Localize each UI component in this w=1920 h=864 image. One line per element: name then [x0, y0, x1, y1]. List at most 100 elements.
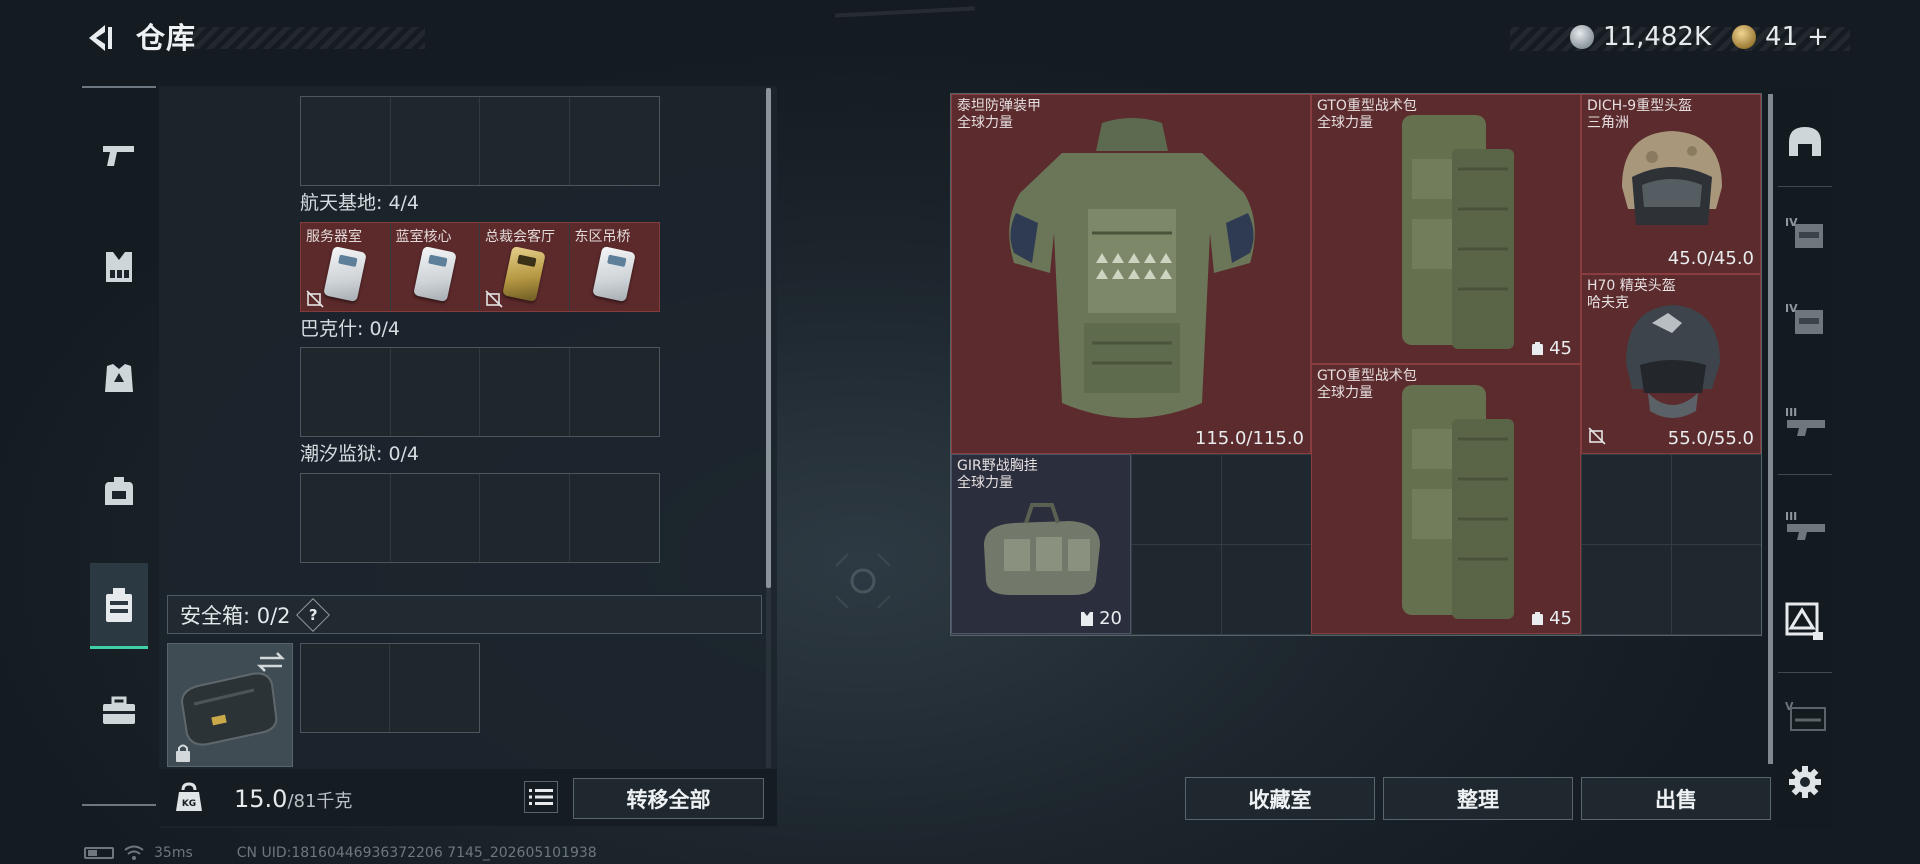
item-name: DICH-9重型头盔 三角洲: [1587, 98, 1693, 131]
empty-slot[interactable]: [570, 97, 660, 185]
weight-button[interactable]: KG: [172, 780, 206, 814]
row-label-bakhsh: 巴克什: 0/4: [300, 318, 401, 340]
keycard-name: 总裁会客厅: [485, 229, 555, 245]
inventory-item[interactable]: H70 精英头盔 哈夫克 55.0/55.0: [1581, 274, 1761, 454]
help-icon: ?: [308, 605, 317, 624]
category-armor[interactable]: [90, 336, 148, 422]
keycard-slot[interactable]: 蓝室核心: [390, 223, 480, 311]
kettlebell-weight-icon: KG: [176, 782, 202, 811]
helmet-slot-icon: [1789, 127, 1821, 156]
empty-slot[interactable]: [301, 348, 391, 436]
empty-slot[interactable]: [301, 474, 391, 562]
item-name: 泰坦防弹装甲 全球力量: [957, 98, 1041, 131]
filter-helmets[interactable]: [1776, 106, 1834, 178]
filter-tier4-armor[interactable]: IV: [1776, 196, 1834, 268]
category-tools[interactable]: [90, 668, 148, 754]
empty-slot[interactable]: [301, 644, 390, 732]
secure-box-grid: [300, 643, 480, 733]
collection-room-button[interactable]: 收藏室: [1185, 777, 1375, 820]
item-name: GTO重型战术包 全球力量: [1317, 98, 1417, 131]
empty-slot[interactable]: [391, 97, 480, 185]
empty-slot[interactable]: [480, 348, 570, 436]
weight-value: 15.0/81千克: [234, 785, 352, 816]
category-backpacks[interactable]: [90, 448, 148, 534]
stash-row-grid: [300, 347, 660, 437]
keycard-image: [412, 246, 457, 302]
item-name: GTO重型战术包 全球力量: [1317, 368, 1417, 401]
gold-coin-icon: [1732, 25, 1757, 49]
user-uid: CN UID:18160446936372206 7145_2026051019…: [236, 845, 597, 861]
empty-slot[interactable]: [480, 97, 570, 185]
filter-tier3-weapons[interactable]: III: [1776, 386, 1834, 458]
keycard-slot[interactable]: 服务器室: [301, 223, 391, 311]
keycard-name: 服务器室: [306, 229, 362, 245]
filter-tier5-weapons[interactable]: V: [1776, 680, 1834, 752]
sell-button[interactable]: 出售: [1581, 777, 1771, 820]
keycard-image: [502, 246, 546, 302]
svg-text:KG: KG: [182, 799, 196, 809]
empty-slot[interactable]: [391, 348, 480, 436]
helmet-image: [1622, 131, 1722, 225]
empty-slot[interactable]: [391, 474, 480, 562]
container-icon: [106, 587, 132, 622]
body-armor-image: [1009, 118, 1255, 418]
inventory-item[interactable]: GTO重型战术包 全球力量 45: [1311, 364, 1581, 634]
row-label-space-base: 航天基地: 4/4: [300, 192, 420, 214]
status-bar: 35ms CN UID:18160446936372206 7145_20260…: [84, 845, 597, 861]
page-title: 仓库: [136, 21, 197, 55]
empty-slot[interactable]: [570, 348, 660, 436]
category-weapons[interactable]: [90, 112, 148, 198]
stash-row-grid: [300, 96, 660, 186]
rail-divider: [1778, 672, 1832, 673]
list-view-button[interactable]: [524, 781, 558, 813]
settings-button[interactable]: [1776, 746, 1834, 818]
inventory-item[interactable]: GTO重型战术包 全球力量 45: [1311, 94, 1581, 364]
inventory-item[interactable]: GIR野战胸挂 全球力量 20: [951, 454, 1131, 634]
item-durability: 115.0/115.0: [1194, 428, 1304, 449]
weight-max: /81千克: [287, 791, 353, 812]
stash-scrollbar-thumb[interactable]: [766, 88, 771, 588]
inventory-scrollbar[interactable]: [1768, 94, 1773, 764]
category-chest-rigs[interactable]: [90, 224, 148, 310]
keycard-slot[interactable]: 东区吊桥: [569, 223, 659, 311]
keycard-slot[interactable]: 总裁会客厅: [480, 223, 570, 311]
filter-tier3-weapons-2[interactable]: III: [1776, 490, 1834, 562]
empty-slot[interactable]: [480, 474, 570, 562]
category-rail: [82, 86, 156, 806]
battery-icon: [84, 847, 114, 859]
rail-divider: [1778, 186, 1832, 187]
stash-filter-icon: [1785, 602, 1823, 640]
capacity-value: 45: [1549, 608, 1572, 629]
empty-slot[interactable]: [570, 474, 660, 562]
transfer-all-button[interactable]: 转移全部: [573, 778, 764, 819]
back-button[interactable]: [82, 20, 118, 56]
help-button[interactable]: ?: [295, 597, 330, 632]
inventory-item[interactable]: 泰坦防弹装甲 全球力量 115.0/115.0: [951, 94, 1311, 454]
item-durability: 45.0/45.0: [1667, 248, 1754, 269]
coin-amount: 11,482K: [1603, 22, 1712, 52]
silver-coin-icon: [1570, 25, 1594, 49]
secure-case-item[interactable]: [167, 643, 293, 767]
organize-button[interactable]: 整理: [1383, 777, 1573, 820]
tier4-armor-icon: IV: [1785, 216, 1823, 248]
svg-text:III: III: [1785, 406, 1797, 419]
filter-stash-all[interactable]: [1776, 586, 1834, 658]
no-drop-icon: [1588, 427, 1606, 445]
currency-bar: 11,482K 41 +: [1570, 19, 1829, 55]
item-name: H70 精英头盔 哈夫克: [1587, 278, 1676, 311]
bonds-amount: 41: [1765, 22, 1799, 52]
empty-slot[interactable]: [301, 97, 391, 185]
secure-box-label: 安全箱: 0/2: [180, 603, 291, 628]
add-currency-button[interactable]: +: [1807, 19, 1829, 55]
filter-tier4-armor-2[interactable]: IV: [1776, 282, 1834, 354]
item-capacity: 45: [1531, 338, 1572, 359]
latency: 35ms: [154, 845, 193, 861]
keycard-name: 东区吊桥: [574, 229, 631, 245]
keycard-image: [323, 246, 367, 302]
inventory-item[interactable]: DICH-9重型头盔 三角洲 45.0/45.0: [1581, 94, 1761, 274]
armor-vest-icon: [105, 364, 133, 392]
category-containers[interactable]: [90, 563, 148, 649]
background-decoration: [834, 6, 976, 18]
item-durability: 55.0/55.0: [1667, 428, 1754, 449]
empty-slot[interactable]: [390, 644, 479, 732]
